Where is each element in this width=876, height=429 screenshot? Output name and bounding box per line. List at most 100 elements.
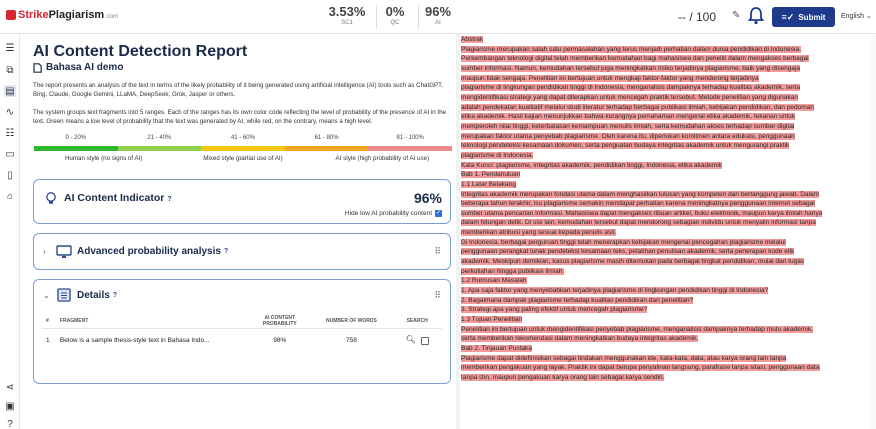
advanced-analysis-card[interactable]: › Advanced probability analysis ? ⠿ — [33, 233, 451, 270]
document-line: sumber informasi. Namun, kemudahan terse… — [461, 64, 873, 74]
copy-icon[interactable]: ⧉ — [4, 64, 16, 76]
document-line: plagiarisme di Indonesia. — [461, 151, 873, 161]
advanced-title: Advanced probability analysis — [77, 246, 221, 257]
drag-handle-icon[interactable]: ⠿ — [434, 290, 441, 301]
category-mixed: Mixed style (partial use of AI) — [203, 155, 283, 162]
chevron-down-icon[interactable]: ⌄ — [43, 291, 53, 300]
ai-highlight: sumber informasi. Namun, kemudahan terse… — [461, 64, 801, 72]
ai-report-icon[interactable]: ▤ — [4, 85, 16, 97]
advanced-header[interactable]: › Advanced probability analysis ? ⠿ — [34, 234, 450, 269]
range-color-bar — [34, 146, 452, 151]
logo-plagiarism: Plagiarism — [48, 9, 105, 21]
search-checkbox[interactable] — [420, 336, 429, 345]
document-line: 1.1 Latar Belakang — [461, 180, 873, 190]
logo-strike: Strike — [18, 9, 49, 21]
ai-highlight: teknologi pendeteksi kesamaan dokumen, s… — [461, 142, 790, 150]
ai-highlight: plagiarisme di lingkungan pendidikan tin… — [461, 84, 801, 92]
metric-sc1[interactable]: 3.53% SC1 — [320, 4, 374, 26]
document-icon[interactable]: ▯ — [4, 169, 16, 181]
document-line: Plagiarisme dapat didefinisikan sebagai … — [461, 354, 873, 364]
col-words[interactable]: NUMBER OF WORDS — [311, 318, 393, 324]
range-label: 41 - 60% — [230, 135, 255, 141]
range-color-swatch — [201, 146, 285, 151]
top-bar: Strike Plagiarism .com 3.53% SC1 0% QC 9… — [0, 0, 876, 34]
chevron-right-icon[interactable]: › — [43, 247, 53, 256]
submit-button[interactable]: ≡✓ Submit — [772, 7, 835, 27]
score-display: -- / 100 — [678, 10, 717, 24]
help-circle-icon[interactable]: ? — [113, 292, 117, 299]
edit-score-pencil-icon[interactable]: ✎ — [732, 10, 740, 21]
ai-highlight: adalah pendekatan kualitatif melalui stu… — [461, 103, 815, 111]
col-probability[interactable]: AI CONTENT PROBABILITY — [249, 315, 311, 327]
notifications-bell-icon[interactable] — [748, 6, 764, 26]
document-line: penggunaan perangkat lunak pendeteksi ke… — [461, 247, 873, 257]
row-fragment[interactable]: Below is a sample thesis-style text in B… — [60, 337, 249, 344]
ai-highlight: Di Indonesia, berbagai perguruan tinggi … — [461, 238, 786, 246]
document-text-panel[interactable]: Abstrak Plagiarisme merupakan salah satu … — [460, 34, 876, 429]
document-line: maupun tidak sengaja. Penelitian ini ber… — [461, 74, 873, 84]
hide-low-checkbox-checked-icon[interactable]: ✓ — [435, 210, 442, 217]
ai-highlight: 2. Bagaimana dampak plagiarisme terhadap… — [461, 296, 694, 304]
ai-highlight: Integritas akademik merupakan fondasi ut… — [461, 190, 820, 198]
help-icon[interactable]: ? — [4, 418, 16, 429]
document-line: 2. Bagaimana dampak plagiarisme terhadap… — [461, 296, 873, 306]
details-header[interactable]: ⌄ Details ? ⠿ — [34, 280, 450, 310]
signature-icon[interactable]: ∿ — [4, 106, 16, 118]
ai-highlight: maupun tidak sengaja. Penelitian ini ber… — [461, 74, 759, 82]
archive-icon[interactable]: ▣ — [4, 400, 16, 412]
document-line: Kata Kunci: plagiarisme, integritas akad… — [461, 161, 873, 171]
indicator-percent: 96% — [413, 190, 442, 206]
row-search: 🔍︎ — [392, 335, 442, 345]
document-line: beberapa tahun terakhir, isu plagiarisme… — [461, 199, 873, 209]
range-color-swatch — [117, 146, 202, 151]
range-color-swatch — [34, 146, 118, 151]
help-circle-icon[interactable]: ? — [224, 248, 228, 255]
ai-highlight: 1.2 Rumusan Masalah — [461, 277, 527, 285]
ai-highlight: mengidentifikasi strategi yang dapat dit… — [461, 93, 799, 101]
document-scrollbar[interactable] — [871, 34, 876, 429]
menu-icon[interactable]: ☰ — [4, 42, 16, 54]
ai-highlight: memberikan pengakuan yang layak. Praktik… — [461, 364, 820, 372]
metric-ai[interactable]: 96% AI — [411, 4, 465, 26]
category-human: Human style (no signs of AI) — [64, 155, 143, 162]
document-line: 1. Apa saja faktor yang menyebabkan terj… — [461, 286, 873, 296]
ai-highlight: Abstrak — [461, 36, 484, 43]
indicator-title: AI Content Indicator — [64, 192, 165, 204]
list-view-icon[interactable]: ☷ — [4, 127, 16, 139]
submit-list-icon: ≡✓ — [781, 11, 795, 22]
logo[interactable]: Strike Plagiarism .com — [6, 9, 118, 21]
logo-mark-icon — [6, 10, 16, 20]
document-line: serta memberikan rekomendasi dalam menin… — [461, 334, 873, 344]
ai-highlight: Bab 2. Tinjauan Pustaka — [461, 345, 532, 352]
document-line: etika akademik. Hasil kajian menunjukkan… — [461, 112, 873, 122]
search-icon[interactable]: 🔍︎ — [406, 335, 416, 344]
ai-highlight: Plagiarisme dapat didefinisikan sebagai … — [461, 354, 787, 362]
document-line: Plagiarisme merupakan salah satu permasa… — [461, 45, 873, 55]
help-circle-icon[interactable]: ? — [167, 196, 171, 203]
comment-icon[interactable]: ▭ — [4, 148, 16, 160]
lightbulb-icon — [46, 192, 56, 204]
ai-highlight: beberapa tahun terakhir, isu plagiarisme… — [461, 200, 815, 208]
monitor-icon — [56, 244, 72, 258]
document-icon — [33, 62, 42, 73]
tag-icon[interactable]: ⌂ — [4, 190, 16, 202]
range-color-swatch — [284, 146, 369, 151]
range-color-swatch — [368, 146, 452, 151]
document-line: Perkembangan teknologi digital telah mem… — [461, 54, 873, 64]
ai-highlight: serta memberikan rekomendasi dalam menin… — [461, 335, 699, 343]
hide-low-toggle[interactable]: Hide low AI probability content ✓ — [345, 210, 442, 217]
metric-value: 96% — [424, 4, 452, 19]
document-line: memperoleh nilai tinggi, keterbatasan ke… — [461, 122, 873, 132]
col-fragment[interactable]: FRAGMENT — [60, 318, 249, 324]
document-line: Integritas akademik merupakan fondasi ut… — [461, 190, 873, 200]
drag-handle-icon[interactable]: ⠿ — [434, 246, 441, 257]
share-icon[interactable]: ⋖ — [4, 381, 16, 393]
style-categories: Human style (no signs of AI) Mixed style… — [34, 155, 452, 162]
ai-highlight: 3. Strategi apa yang paling efektif untu… — [461, 306, 648, 314]
ai-highlight: tanpa izin, maupun pengakuan karya orang… — [461, 373, 665, 381]
col-num: # — [46, 317, 49, 324]
details-card: ⌄ Details ? ⠿ # FRAGMENT AI CONTENT PROB… — [33, 279, 451, 384]
table-row[interactable]: 1 Below is a sample thesis-style text in… — [42, 329, 442, 351]
language-select[interactable]: English ⌄ — [841, 12, 872, 20]
document-line: 1.3 Tujuan Penelitian — [461, 315, 873, 325]
